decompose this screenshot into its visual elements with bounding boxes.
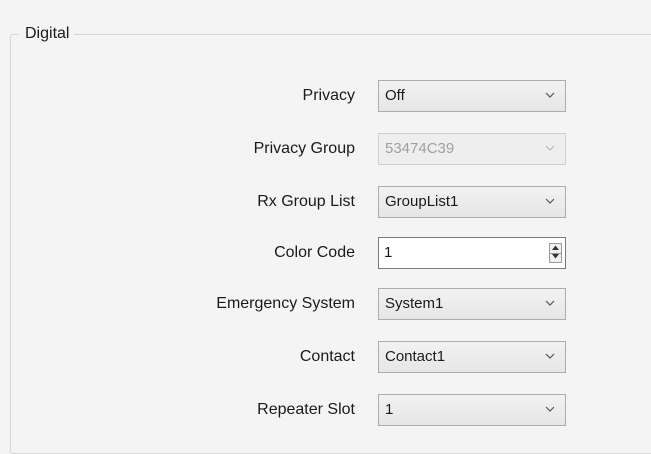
emergency-system-label: Emergency System xyxy=(216,295,355,312)
privacy-group-value: 53474C39 xyxy=(385,140,455,157)
chevron-down-icon xyxy=(545,90,555,100)
contact-select[interactable]: Contact1 xyxy=(378,341,566,373)
privacy-value: Off xyxy=(385,87,405,104)
repeater-slot-value: 1 xyxy=(385,401,394,418)
rx-group-list-row: Rx Group List GroupList1 xyxy=(0,185,651,219)
rx-group-list-select[interactable]: GroupList1 xyxy=(378,186,566,218)
color-code-row: Color Code 1 xyxy=(0,236,651,270)
contact-label: Contact xyxy=(299,348,355,365)
arrow-down-icon[interactable] xyxy=(550,253,561,262)
repeater-slot-row: Repeater Slot 1 xyxy=(0,393,651,427)
chevron-down-icon xyxy=(545,298,555,308)
rx-group-list-value: GroupList1 xyxy=(385,193,459,210)
rx-group-list-label: Rx Group List xyxy=(257,193,355,210)
repeater-slot-label: Repeater Slot xyxy=(257,401,355,418)
emergency-system-value: System1 xyxy=(385,295,444,312)
privacy-group-row: Privacy Group 53474C39 xyxy=(0,132,651,166)
emergency-system-select[interactable]: System1 xyxy=(378,288,566,320)
emergency-system-row: Emergency System System1 xyxy=(0,287,651,321)
color-code-spinbox[interactable]: 1 xyxy=(378,237,566,269)
chevron-down-icon xyxy=(545,404,555,414)
chevron-down-icon xyxy=(545,143,555,153)
contact-value: Contact1 xyxy=(385,348,446,365)
contact-row: Contact Contact1 xyxy=(0,340,651,374)
color-code-spin-buttons xyxy=(549,243,562,263)
privacy-group-label: Privacy Group xyxy=(253,140,355,157)
repeater-slot-select[interactable]: 1 xyxy=(378,394,566,426)
color-code-label: Color Code xyxy=(274,244,355,261)
chevron-down-icon xyxy=(545,351,555,361)
privacy-select[interactable]: Off xyxy=(378,80,566,112)
privacy-group-select: 53474C39 xyxy=(378,133,566,165)
privacy-label: Privacy xyxy=(302,87,355,104)
color-code-value: 1 xyxy=(384,244,393,261)
chevron-down-icon xyxy=(545,196,555,206)
privacy-row: Privacy Off xyxy=(0,79,651,113)
group-title: Digital xyxy=(19,23,75,45)
